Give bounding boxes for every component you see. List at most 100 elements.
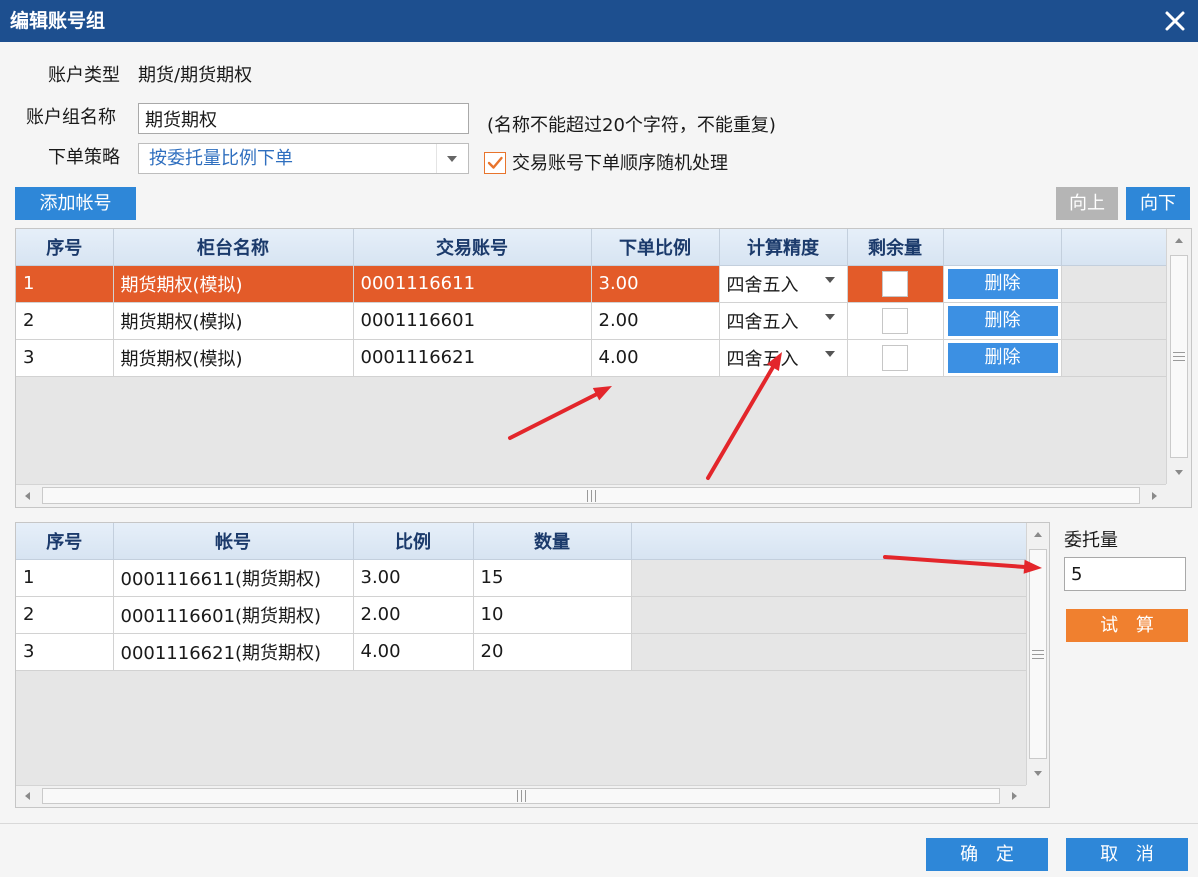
chevron-down-icon [824,276,835,283]
cell-filler [1061,339,1166,377]
strategy-dropdown-button[interactable] [436,144,468,173]
scroll-thumb[interactable] [1029,549,1047,759]
delete-button[interactable]: 删除 [947,268,1058,299]
cell-order-ratio[interactable]: 2.00 [591,302,720,340]
column-header-counter-name[interactable]: 柜台名称 [113,229,354,266]
allocation-table[interactable]: 序号 帐号 比例 数量 1 0001116611(期货期权) 3.00 15 2… [15,522,1050,808]
column-header-filler [1061,229,1167,266]
arrow-right-icon [1012,792,1017,800]
remaining-checkbox[interactable] [882,270,908,297]
chevron-down-icon [824,350,835,357]
cell-remaining [847,265,944,303]
scroll-right-button[interactable] [1142,485,1166,507]
cell-filler [1061,265,1166,303]
chevron-down-icon [447,156,457,162]
group-name-input[interactable] [138,103,469,134]
ok-button[interactable]: 确 定 [926,838,1048,871]
random-order-label[interactable]: 交易账号下单顺序随机处理 [512,152,728,176]
precision-dropdown[interactable]: 四舍五入 [719,302,848,340]
scroll-up-button[interactable] [1027,523,1049,547]
cell-counter-name: 期货期权(模拟) [113,339,354,377]
scroll-right-button[interactable] [1002,786,1026,807]
delete-button[interactable]: 删除 [947,342,1058,373]
scroll-thumb[interactable] [1170,255,1188,458]
remaining-checkbox[interactable] [882,344,908,371]
random-order-checkbox[interactable] [484,152,506,174]
move-up-button[interactable]: 向上 [1056,187,1118,220]
order-quantity-label: 委托量 [1064,530,1118,551]
cell-account: 0001116621(期货期权) [113,633,354,671]
trial-calc-button[interactable]: 试 算 [1066,609,1188,642]
cell-actions: 删除 [943,339,1062,377]
allocation-row[interactable]: 3 0001116621(期货期权) 4.00 20 [16,633,1026,671]
cell-actions: 删除 [943,302,1062,340]
cell-order-ratio[interactable]: 4.00 [591,339,720,377]
vertical-scrollbar[interactable] [1166,229,1191,484]
arrow-down-icon [1175,470,1183,475]
vertical-scrollbar[interactable] [1026,523,1049,785]
accounts-grid: 序号 柜台名称 交易账号 下单比例 计算精度 剩余量 1 期货期权(模拟) 00… [16,229,1167,377]
accounts-table[interactable]: 序号 柜台名称 交易账号 下单比例 计算精度 剩余量 1 期货期权(模拟) 00… [15,228,1192,508]
allocation-row[interactable]: 1 0001116611(期货期权) 3.00 15 [16,559,1026,597]
scrollbar-corner [1026,785,1049,807]
column-header-filler [631,523,1027,560]
table-body: 1 期货期权(模拟) 0001116611 3.00 四舍五入 删除 2 期货期… [16,265,1166,377]
group-name-label: 账户组名称 [26,107,116,128]
account-row[interactable]: 3 期货期权(模拟) 0001116621 4.00 四舍五入 删除 [16,339,1166,377]
arrow-left-icon [25,792,30,800]
allocation-row[interactable]: 2 0001116601(期货期权) 2.00 10 [16,596,1026,634]
arrow-down-icon [1034,771,1042,776]
order-quantity-input[interactable] [1064,557,1186,591]
cell-index: 2 [16,596,114,634]
cell-order-ratio[interactable]: 3.00 [591,265,720,303]
add-account-button[interactable]: 添加帐号 [15,187,136,220]
title-bar[interactable]: 编辑账号组 [0,0,1198,42]
scroll-down-button[interactable] [1027,761,1049,785]
scroll-up-button[interactable] [1167,229,1191,253]
column-header-account[interactable]: 帐号 [113,523,354,560]
arrow-up-icon [1175,238,1183,243]
precision-dropdown[interactable]: 四舍五入 [719,339,848,377]
table-header: 序号 帐号 比例 数量 [16,523,1027,560]
scroll-down-button[interactable] [1167,460,1191,484]
column-header-trading-account[interactable]: 交易账号 [353,229,592,266]
strategy-selected-value: 按委托量比例下单 [149,148,293,169]
cell-counter-name: 期货期权(模拟) [113,302,354,340]
cell-trading-account: 0001116601 [353,302,592,340]
grip-icon [1032,650,1044,659]
column-header-order-ratio[interactable]: 下单比例 [591,229,720,266]
scroll-left-button[interactable] [16,485,40,507]
cell-quantity: 20 [473,633,632,671]
column-header-ratio[interactable]: 比例 [353,523,474,560]
scroll-thumb[interactable] [42,487,1140,504]
horizontal-scrollbar[interactable] [16,785,1026,807]
column-header-precision[interactable]: 计算精度 [719,229,848,266]
cell-remaining [847,339,944,377]
scrollbar-corner [1166,484,1191,507]
precision-dropdown[interactable]: 四舍五入 [719,265,848,303]
scroll-left-button[interactable] [16,786,40,807]
chevron-down-icon [824,313,835,320]
move-down-button[interactable]: 向下 [1126,187,1190,220]
account-row[interactable]: 2 期货期权(模拟) 0001116601 2.00 四舍五入 删除 [16,302,1166,340]
cell-trading-account: 0001116621 [353,339,592,377]
allocation-grid: 序号 帐号 比例 数量 1 0001116611(期货期权) 3.00 15 2… [16,523,1027,671]
cell-filler [1061,302,1166,340]
column-header-remaining[interactable]: 剩余量 [847,229,944,266]
column-header-index[interactable]: 序号 [16,523,114,560]
cell-quantity: 15 [473,559,632,597]
column-header-index[interactable]: 序号 [16,229,114,266]
horizontal-scrollbar[interactable] [16,484,1166,507]
column-header-quantity[interactable]: 数量 [473,523,632,560]
strategy-select[interactable]: 按委托量比例下单 [138,143,469,174]
delete-button[interactable]: 删除 [947,305,1058,336]
cancel-button[interactable]: 取 消 [1066,838,1188,871]
cell-ratio: 2.00 [353,596,474,634]
cell-filler [631,633,1026,671]
cell-index: 1 [16,559,114,597]
account-row[interactable]: 1 期货期权(模拟) 0001116611 3.00 四舍五入 删除 [16,265,1166,303]
account-type-label: 账户类型 [48,65,120,86]
close-icon[interactable] [1164,10,1186,32]
scroll-thumb[interactable] [42,788,1000,804]
remaining-checkbox[interactable] [882,307,908,334]
